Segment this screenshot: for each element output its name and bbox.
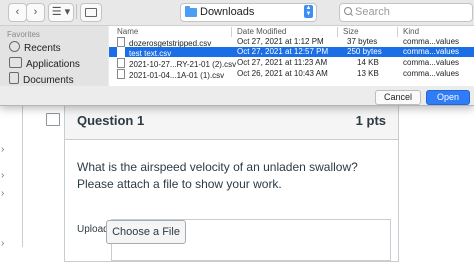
- sidebar-item-label: Applications: [26, 59, 80, 70]
- search-icon-handle: [350, 13, 353, 17]
- location-label: Downloads: [200, 6, 255, 18]
- file-date: Oct 27, 2021 at 1:12 PM: [237, 37, 324, 46]
- clock-icon: [9, 41, 20, 52]
- cancel-button[interactable]: Cancel: [375, 90, 421, 105]
- question-title: Question 1: [77, 113, 145, 128]
- question-header: Question 1 1 pts: [65, 101, 398, 140]
- folder-icon: [185, 6, 197, 17]
- document-icon: [9, 72, 19, 84]
- file-icon: [117, 69, 125, 79]
- file-kind: comma...values: [403, 47, 460, 56]
- sidebar-item-recents[interactable]: Recents: [9, 41, 61, 54]
- applications-icon: [9, 57, 22, 68]
- sidebar-item-label: Documents: [23, 75, 74, 86]
- search-input[interactable]: Search: [339, 3, 473, 22]
- file-name: 2021-01-04...1A-01 (1).csv: [129, 71, 225, 80]
- column-separator: [231, 27, 232, 37]
- forward-button[interactable]: ›: [26, 3, 45, 22]
- file-row[interactable]: dozerosgetstripped.csv Oct 27, 2021 at 1…: [109, 37, 474, 48]
- file-kind: comma...values: [403, 37, 460, 46]
- upload-label: Upload: [77, 224, 109, 235]
- bookmark-icon[interactable]: [46, 113, 60, 126]
- file-date: Oct 27, 2021 at 12:57 PM: [237, 47, 329, 56]
- folder-icon: [85, 8, 97, 17]
- sidebar-heading: Favorites: [7, 30, 40, 39]
- file-size: 250 bytes: [347, 47, 382, 56]
- file-date: Oct 27, 2021 at 11:23 AM: [237, 58, 328, 67]
- sidebar-item-label: Recents: [24, 43, 61, 54]
- question-text: What is the airspeed velocity of an unla…: [77, 160, 358, 191]
- file-size: 13 KB: [357, 69, 379, 78]
- dialog-toolbar: ‹ › ☰ ▾ Downloads ▲ ▼ Search: [0, 0, 474, 26]
- file-open-dialog: ‹ › ☰ ▾ Downloads ▲ ▼ Search Favorites Re…: [0, 0, 474, 106]
- back-button[interactable]: ‹: [8, 3, 27, 22]
- left-edge-glyph: ›: [1, 188, 5, 199]
- file-name: test text.csv: [129, 49, 172, 58]
- file-kind: comma...values: [403, 58, 460, 67]
- sidebar-item-documents[interactable]: Documents: [9, 72, 74, 86]
- file-icon: [117, 58, 125, 68]
- file-row-selected[interactable]: test text.csv Oct 27, 2021 at 12:57 PM 2…: [109, 47, 474, 58]
- location-select[interactable]: Downloads ▲ ▼: [180, 3, 317, 22]
- file-size: 37 bytes: [347, 37, 378, 46]
- search-placeholder: Search: [355, 6, 390, 18]
- sidebar-item-applications[interactable]: Applications: [9, 57, 80, 70]
- file-list: Name Date Modified Size Kind dozerosgets…: [109, 26, 474, 86]
- left-edge-glyph: ›: [1, 238, 5, 249]
- file-icon: [117, 37, 125, 47]
- file-date: Oct 26, 2021 at 10:43 AM: [237, 69, 328, 78]
- view-menu-button[interactable]: ☰ ▾: [48, 3, 74, 22]
- question-points: 1 pts: [355, 113, 386, 128]
- left-edge-glyph: ›: [1, 144, 5, 155]
- dialog-sidebar: Favorites Recents Applications Documents: [0, 26, 108, 86]
- file-name: 2021-10-27...RY-21-01 (2).csv: [129, 60, 237, 69]
- choose-file-button[interactable]: Choose a File: [106, 220, 186, 244]
- file-row[interactable]: 2021-10-27...RY-21-01 (2).csv Oct 27, 20…: [109, 58, 474, 69]
- left-edge-glyph: ›: [1, 170, 5, 181]
- column-separator: [337, 27, 338, 37]
- new-folder-button[interactable]: [80, 3, 102, 22]
- file-icon: [117, 47, 125, 57]
- column-separator: [397, 27, 398, 37]
- toolbar-divider: [76, 4, 77, 19]
- left-divider: [22, 95, 23, 247]
- open-button[interactable]: Open: [426, 90, 470, 105]
- file-size: 14 KB: [357, 58, 379, 67]
- file-kind: comma...values: [403, 69, 460, 78]
- chevron-updown-icon: ▲ ▼: [304, 5, 313, 18]
- file-row[interactable]: 2021-01-04...1A-01 (1).csv Oct 26, 2021 …: [109, 69, 474, 80]
